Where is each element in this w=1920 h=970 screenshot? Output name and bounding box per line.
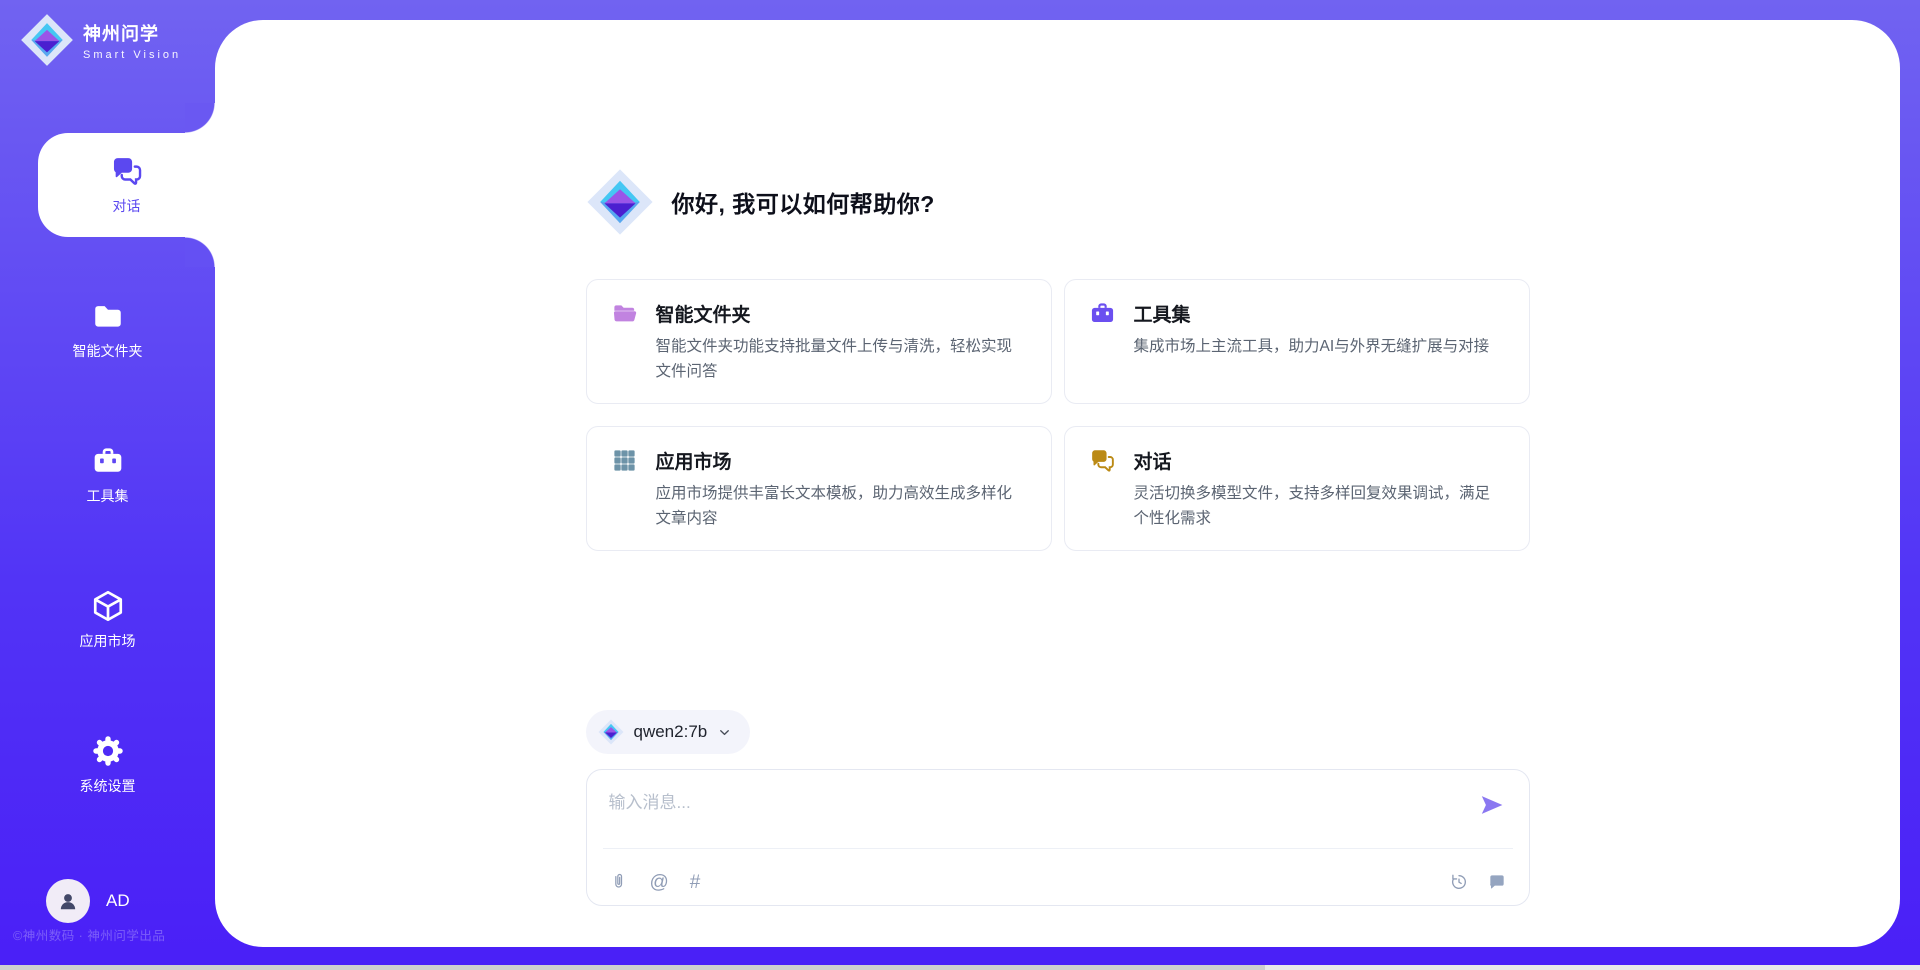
scrollbar-thumb[interactable] (0, 965, 1265, 970)
app-name: 神州问学 (83, 20, 181, 46)
at-icon: @ (650, 873, 669, 892)
open-folder-icon (611, 300, 638, 327)
copyright-text: ©神州数码 · 神州问学出品 (13, 925, 165, 944)
person-icon (55, 888, 81, 914)
sidebar-nav: 对话 智能文件夹 工具集 应用市场 系统设置 (0, 133, 215, 817)
card-title: 工具集 (1134, 300, 1191, 327)
card-title: 智能文件夹 (656, 300, 751, 327)
model-selector[interactable]: qwen2:7b (586, 710, 751, 754)
message-composer: @ # (586, 769, 1530, 906)
card-smart-folder[interactable]: 智能文件夹 智能文件夹功能支持批量文件上传与清洗，轻松实现文件问答 (586, 279, 1052, 404)
sidebar-item-label: 系统设置 (80, 776, 136, 796)
card-description: 集成市场上主流工具，助力AI与外界无缝扩展与对接 (1134, 335, 1505, 360)
model-diamond-icon (598, 719, 624, 745)
app-logo: 神州问学 Smart Vision (20, 13, 181, 67)
model-name: qwen2:7b (634, 722, 708, 742)
greeting-diamond-icon (586, 168, 654, 236)
brand-diamond-icon (20, 13, 74, 67)
user-profile[interactable]: AD (46, 879, 130, 923)
card-description: 灵活切换多模型文件，支持多样回复效果调试，满足个性化需求 (1134, 482, 1505, 532)
gear-icon (91, 734, 125, 768)
briefcase-icon (1089, 300, 1116, 327)
history-button[interactable] (1449, 872, 1469, 892)
main-content: 你好, 我可以如何帮助你? 智能文件夹 智能文件夹功能支持批量文件上传与清洗，轻… (215, 20, 1900, 947)
composer-toolbar: @ # (609, 872, 1507, 892)
avatar (46, 879, 90, 923)
card-title: 对话 (1134, 447, 1172, 474)
briefcase-icon (91, 444, 125, 478)
send-button[interactable] (1479, 792, 1505, 818)
sidebar-item-toolset[interactable]: 工具集 (0, 423, 215, 527)
message-input[interactable] (609, 788, 1465, 834)
chat-icon (1089, 447, 1116, 474)
chat-bubble-icon (1487, 872, 1507, 892)
feature-cards: 智能文件夹 智能文件夹功能支持批量文件上传与清洗，轻松实现文件问答 工具集 集成… (586, 279, 1530, 551)
card-toolset[interactable]: 工具集 集成市场上主流工具，助力AI与外界无缝扩展与对接 (1064, 279, 1530, 404)
greeting-block: 你好, 我可以如何帮助你? (586, 168, 935, 236)
history-clock-icon (1449, 872, 1469, 892)
card-description: 智能文件夹功能支持批量文件上传与清洗，轻松实现文件问答 (656, 335, 1027, 385)
greeting-text: 你好, 我可以如何帮助你? (672, 185, 935, 219)
conversation-button[interactable] (1487, 872, 1507, 892)
sidebar-item-smart-folder[interactable]: 智能文件夹 (0, 278, 215, 382)
card-chat[interactable]: 对话 灵活切换多模型文件，支持多样回复效果调试，满足个性化需求 (1064, 426, 1530, 551)
sidebar-item-app-market[interactable]: 应用市场 (0, 568, 215, 672)
mention-button[interactable]: @ (650, 873, 669, 892)
sidebar: 神州问学 Smart Vision 对话 智能文件夹 工具集 应用市场 系统设置 (0, 0, 215, 970)
attach-file-button[interactable] (609, 872, 629, 892)
sidebar-item-label: 智能文件夹 (73, 341, 143, 361)
chat-icon (110, 154, 144, 188)
app-subtitle: Smart Vision (83, 49, 181, 61)
send-plane-icon (1479, 792, 1505, 818)
sidebar-item-chat[interactable]: 对话 (38, 133, 215, 237)
cube-icon (91, 589, 125, 623)
hash-icon: # (690, 873, 701, 892)
topic-button[interactable]: # (690, 873, 701, 892)
folder-icon (91, 299, 125, 333)
sidebar-item-label: 对话 (113, 196, 141, 216)
card-app-market[interactable]: 应用市场 应用市场提供丰富长文本模板，助力高效生成多样化文章内容 (586, 426, 1052, 551)
paperclip-icon (609, 872, 629, 892)
user-name: AD (106, 891, 130, 911)
sidebar-item-label: 工具集 (87, 486, 129, 506)
chevron-down-icon (717, 725, 732, 740)
card-title: 应用市场 (656, 447, 732, 474)
grid-icon (611, 447, 638, 474)
sidebar-item-label: 应用市场 (80, 631, 136, 651)
horizontal-scrollbar[interactable] (0, 965, 1920, 970)
sidebar-item-settings[interactable]: 系统设置 (0, 713, 215, 817)
card-description: 应用市场提供丰富长文本模板，助力高效生成多样化文章内容 (656, 482, 1027, 532)
composer-divider (603, 848, 1513, 849)
